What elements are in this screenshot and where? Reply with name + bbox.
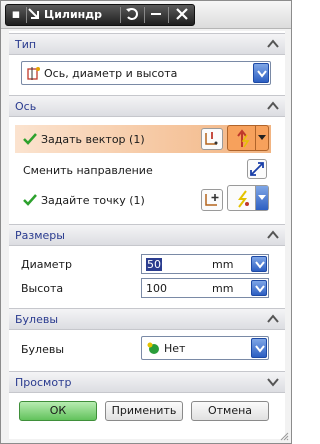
- diameter-input[interactable]: 50 mm: [141, 254, 269, 274]
- check-icon: [23, 194, 37, 206]
- height-unit: mm: [212, 282, 234, 295]
- collapse-icon[interactable]: [265, 98, 281, 114]
- reset-icon[interactable]: [124, 7, 140, 23]
- section-title: Ось: [15, 100, 37, 113]
- section-header-dimensions[interactable]: Размеры: [9, 224, 285, 246]
- inferred-point-icon: [238, 190, 249, 208]
- type-dropdown[interactable]: Ось, диаметр и высота: [21, 61, 271, 85]
- diameter-label: Диаметр: [21, 258, 72, 271]
- type-dropdown-value: Ось, диаметр и высота: [44, 67, 178, 80]
- reverse-direction-icon: [250, 162, 264, 176]
- cancel-button[interactable]: Отмена: [191, 401, 269, 421]
- no-boolean-icon: [147, 342, 159, 354]
- section-header-boolean[interactable]: Булевы: [9, 308, 285, 330]
- section-header-type[interactable]: Тип: [9, 33, 285, 55]
- specify-vector-label: Задать вектор (1): [41, 133, 145, 146]
- cylinder-dialog: ▪ Цилиндр Тип Ось, диаметр и высота Ось …: [0, 0, 292, 444]
- vector-type-split-button[interactable]: [227, 125, 269, 151]
- diameter-unit: mm: [212, 258, 234, 271]
- title-separator: [144, 7, 145, 23]
- height-label: Высота: [21, 282, 64, 295]
- dialog-title: Цилиндр: [44, 8, 103, 21]
- title-separator: [120, 7, 121, 23]
- point-dialog-button[interactable]: [201, 189, 223, 211]
- section-title: Булевы: [15, 313, 59, 326]
- boolean-label: Булевы: [21, 343, 65, 356]
- title-tab: ▪ Цилиндр: [5, 4, 195, 26]
- dropdown-arrow-icon[interactable]: [251, 256, 267, 272]
- diameter-value: 50: [146, 258, 162, 271]
- height-value: 100: [146, 282, 167, 295]
- dropdown-arrow-icon[interactable]: [253, 63, 269, 83]
- title-separator: [168, 7, 169, 23]
- boolean-dropdown[interactable]: Нет: [141, 336, 269, 360]
- section-title: Тип: [15, 38, 37, 51]
- axis-diameter-height-icon: [27, 67, 40, 80]
- dropdown-arrow-icon[interactable]: [255, 126, 268, 150]
- point-constructor-icon: [205, 194, 219, 206]
- collapse-icon[interactable]: [265, 36, 281, 52]
- vector-dialog-button[interactable]: [201, 128, 223, 150]
- arrow-pin-icon[interactable]: [26, 7, 42, 23]
- dropdown-arrow-icon[interactable]: [251, 280, 267, 296]
- section-header-axis[interactable]: Ось: [9, 95, 285, 117]
- expand-icon[interactable]: [265, 374, 281, 390]
- ok-button[interactable]: ОК: [19, 401, 97, 421]
- dialog-menu-icon[interactable]: ▪: [8, 7, 24, 23]
- height-input[interactable]: 100 mm: [141, 278, 269, 298]
- resize-grip-icon[interactable]: [279, 431, 289, 441]
- close-icon[interactable]: [174, 7, 190, 23]
- apply-button[interactable]: Применить: [105, 401, 183, 421]
- reverse-direction-button[interactable]: [247, 159, 267, 179]
- specify-point-label: Задайте точку (1): [41, 194, 145, 207]
- section-title: Просмотр: [15, 376, 72, 389]
- title-bar: ▪ Цилиндр: [1, 1, 291, 29]
- section-header-preview[interactable]: Просмотр: [9, 371, 285, 393]
- collapse-icon[interactable]: [265, 311, 281, 327]
- boolean-dropdown-value: Нет: [164, 342, 186, 355]
- vector-constructor-icon: [205, 132, 218, 145]
- reverse-direction-label: Сменить направление: [23, 164, 153, 177]
- dropdown-arrow-icon[interactable]: [255, 186, 268, 210]
- check-icon: [23, 133, 37, 145]
- point-type-split-button[interactable]: [227, 185, 269, 211]
- collapse-icon[interactable]: [265, 227, 281, 243]
- inferred-vector-icon: [237, 129, 250, 148]
- minimize-icon[interactable]: [148, 7, 164, 23]
- section-title: Размеры: [15, 229, 65, 242]
- dropdown-arrow-icon[interactable]: [251, 338, 267, 358]
